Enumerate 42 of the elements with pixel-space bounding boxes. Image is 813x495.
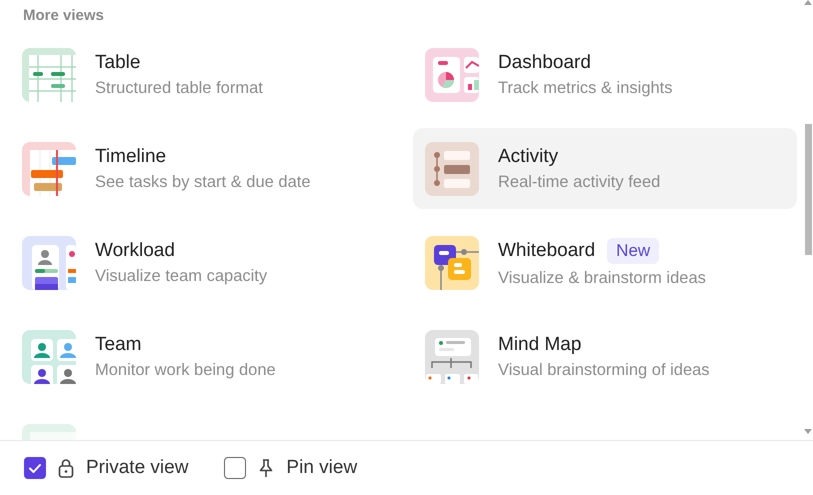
view-option[interactable]: Table Structured table format [10,34,401,115]
view-description: Visual brainstorming of ideas [498,360,710,380]
table-view-icon [22,48,76,102]
section-title: More views [23,6,104,26]
view-option[interactable]: Activity Real-time activity feed [413,128,797,209]
lock-icon [58,458,74,478]
view-description: Visualize & brainstorm ideas [498,268,706,288]
view-description: Monitor work being done [95,360,276,380]
checkbox[interactable] [24,457,46,479]
view-title: Team [95,334,142,356]
workload-view-icon [22,236,76,290]
view-title: Dashboard [498,52,591,74]
scroll-up-arrow-icon[interactable] [804,0,812,5]
view-description: See tasks by start & due date [95,172,311,192]
option-label: Pin view [286,457,358,479]
view-option[interactable]: Dashboard Track metrics & insights [413,34,797,115]
team-view-icon [22,330,76,384]
view-option[interactable]: Workload Visualize team capacity [10,222,401,303]
view-title: Whiteboard [498,240,596,262]
view-description: Real-time activity feed [498,172,660,192]
view-option[interactable]: Timeline See tasks by start & due date [10,128,401,209]
dashboard-view-icon [425,48,479,102]
new-badge: New [607,238,660,264]
view-option[interactable]: Mind Map Visual brainstorming of ideas [413,316,797,397]
activity-view-icon [425,142,479,196]
scrollbar-thumb[interactable] [805,124,812,255]
view-title: Timeline [95,146,166,168]
view-description: Visualize team capacity [95,266,268,286]
checkbox[interactable] [224,457,246,479]
view-option[interactable]: Team Monitor work being done [10,316,401,397]
view-title: Mind Map [498,334,582,356]
view-option[interactable]: Whiteboard New Visualize & brainstorm ideas [413,222,797,303]
pin-icon [258,458,274,478]
whiteboard-view-icon [425,236,479,290]
option-label: Private view [86,457,188,479]
view-title: Table [95,52,140,74]
scroll-down-arrow-icon[interactable] [804,429,812,434]
mind-map-view-icon [425,330,479,384]
view-title: Workload [95,240,175,262]
view-description: Track metrics & insights [498,78,673,98]
view-description: Structured table format [95,78,263,98]
view-title: Activity [498,146,558,168]
